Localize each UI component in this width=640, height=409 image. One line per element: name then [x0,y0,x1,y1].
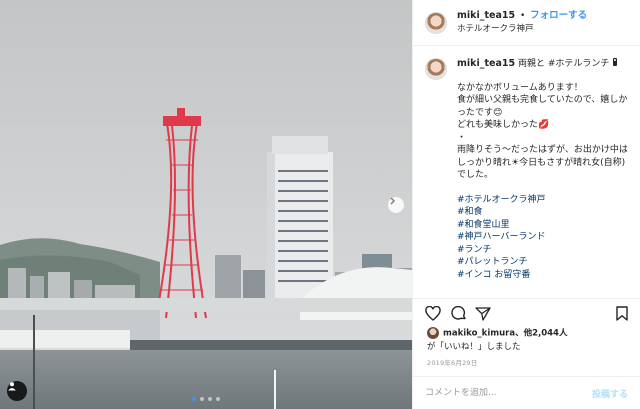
post-date[interactable]: 2019年6月29日 [427,357,477,367]
carousel-dot [192,397,196,401]
comment-bar: 投稿する [413,376,640,409]
caption-sticker-icon [612,58,618,69]
hashtag-link[interactable]: #和食堂山里 [457,219,632,232]
hashtag-link[interactable]: #神戸ハーバーランド [457,231,632,244]
next-photo-button[interactable] [388,197,404,213]
post-sidebar: miki_tea15 • フォローする ホテルオークラ神戸 miki_tea15… [412,0,640,409]
hashtag-link[interactable]: #インコ お留守番 [457,269,632,282]
action-bar [413,298,640,326]
separator-dot: • [519,11,526,21]
share-icon[interactable] [475,306,491,324]
carousel-dot [208,397,212,401]
hashtag-link[interactable]: #パレットランチ [457,256,632,269]
location-link[interactable]: ホテルオークラ神戸 [457,23,587,36]
caption-line: なかなかボリュームあります！ [457,82,583,93]
username-link[interactable]: miki_tea15 [457,10,515,21]
heart-icon[interactable] [425,305,441,324]
caption-head-text: 両親と #ホテルランチ [517,59,610,69]
hashtag-link[interactable]: #ランチ [457,244,632,257]
post-header: miki_tea15 • フォローする ホテルオークラ神戸 [413,0,640,46]
caption-line: 食が細い父親も完食していたので、嬉しかったです😊 [457,95,628,118]
hashtag-link[interactable]: #和食 [457,206,632,219]
post-photo[interactable] [0,0,412,409]
caption-line: どれも美味しかった💋 [457,120,550,130]
comment-icon[interactable] [451,305,467,324]
liker-username-link[interactable]: makiko_kimura [443,329,515,339]
bookmark-icon[interactable] [616,306,628,324]
comments-area[interactable]: miki_tea15 両親と #ホテルランチ なかなかボリュームあります！ 食が… [425,58,632,298]
caption: miki_tea15 両親と #ホテルランチ なかなかボリュームあります！ 食が… [425,58,632,281]
user-tag-button[interactable] [7,381,27,401]
post-comment-button[interactable]: 投稿する [592,387,628,400]
likes-count-link[interactable]: 、他2,044人 [515,329,567,339]
kobe-port-photo [0,0,412,409]
caption-line: ・ [457,132,467,143]
carousel-dots [0,397,412,401]
avatar[interactable] [425,11,447,34]
likes-summary: makiko_kimura、他2,044人 が「いいね！」しました [427,327,632,354]
carousel-dot [216,397,220,401]
caption-line: 雨降りそう〜だったはずが、お出かけ中はしっかり晴れ☀今日もさすが晴れ女(自称)で… [457,145,628,180]
liker-avatar [427,327,439,339]
caption-avatar[interactable] [425,58,447,80]
comment-input[interactable] [425,388,592,398]
likes-suffix: が「いいね！」しました [427,341,521,352]
carousel-dot [200,397,204,401]
caption-username-link[interactable]: miki_tea15 [457,58,515,69]
hashtag-link[interactable]: #ホテルオークラ神戸 [457,194,632,207]
follow-button[interactable]: フォローする [530,10,587,21]
